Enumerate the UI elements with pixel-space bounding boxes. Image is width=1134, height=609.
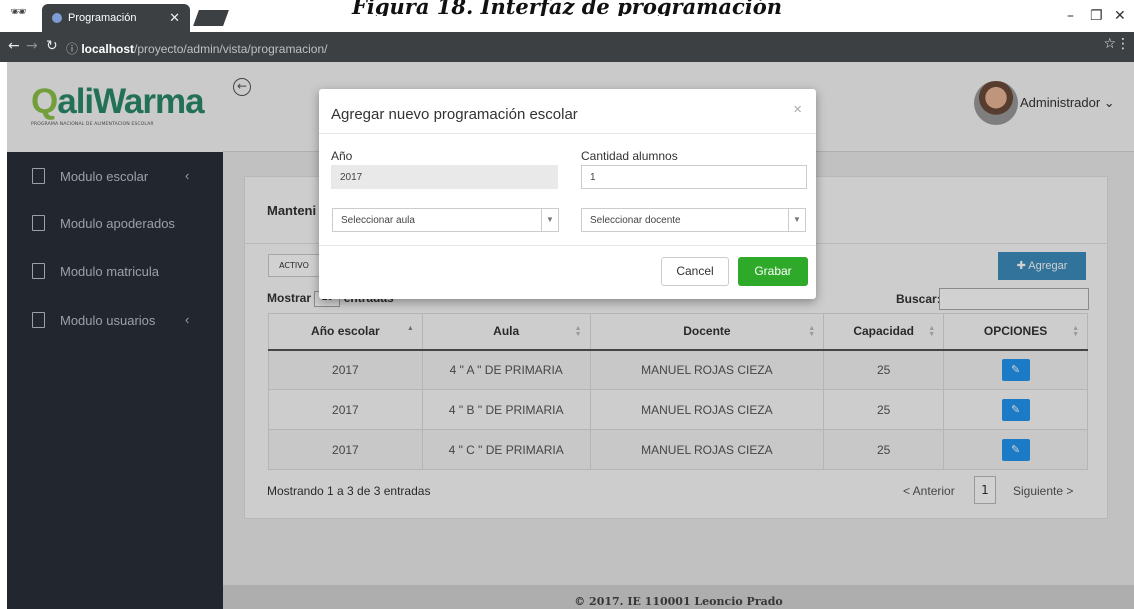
window-close-icon[interactable]: ✕: [1114, 8, 1126, 24]
url-host: localhost: [81, 42, 135, 56]
modal-title: Agregar nuevo programación escolar: [331, 106, 578, 123]
new-tab-button[interactable]: [193, 10, 229, 26]
aula-placeholder: Seleccionar aula: [341, 215, 415, 226]
aula-select[interactable]: Seleccionar aula ▼: [332, 208, 559, 232]
minimize-icon[interactable]: –: [1067, 8, 1074, 24]
restore-icon[interactable]: ❐: [1090, 8, 1103, 24]
menu-kebab-icon[interactable]: ⋮: [1116, 36, 1130, 52]
chevron-down-icon: ▼: [541, 209, 558, 231]
favicon-icon: [52, 13, 62, 23]
url-path: /proyecto/admin/vista/programacion/: [134, 42, 328, 56]
docente-placeholder: Seleccionar docente: [590, 215, 681, 226]
divider: [319, 245, 816, 246]
year-field: 2017: [331, 165, 558, 189]
close-icon[interactable]: ×: [793, 101, 802, 118]
students-input[interactable]: 1: [581, 165, 807, 189]
add-programacion-modal: Agregar nuevo programación escolar × Año…: [319, 89, 816, 299]
address-bar[interactable]: ⓘ localhost/proyecto/admin/vista/program…: [66, 36, 1114, 58]
info-icon: ⓘ: [66, 42, 82, 56]
save-button[interactable]: Grabar: [738, 257, 808, 286]
close-tab-icon[interactable]: ✕: [169, 10, 180, 26]
divider: [319, 133, 816, 134]
docente-select[interactable]: Seleccionar docente ▼: [581, 208, 806, 232]
year-label: Año: [331, 149, 353, 163]
app-window: QaliWarma PROGRAMA NACIONAL DE ALIMENTAC…: [7, 62, 1134, 609]
cancel-button[interactable]: Cancel: [661, 257, 729, 286]
students-label: Cantidad alumnos: [581, 149, 678, 163]
reload-icon[interactable]: ↻: [46, 38, 58, 54]
chevron-down-icon: ▼: [788, 209, 805, 231]
bookmark-star-icon[interactable]: ☆: [1103, 36, 1116, 52]
forward-arrow-icon[interactable]: →: [26, 38, 38, 54]
tab-title: Programación: [68, 12, 137, 24]
browser-toolbar: ← → ↻ ⓘ localhost/proyecto/admin/vista/p…: [0, 32, 1134, 62]
browser-tab[interactable]: Programación ✕: [42, 4, 190, 32]
back-arrow-icon[interactable]: ←: [8, 38, 20, 54]
browser-tabbar: 🕶 Programación ✕ – ❐ ✕: [0, 0, 1134, 32]
incognito-icon: 🕶: [10, 5, 27, 20]
